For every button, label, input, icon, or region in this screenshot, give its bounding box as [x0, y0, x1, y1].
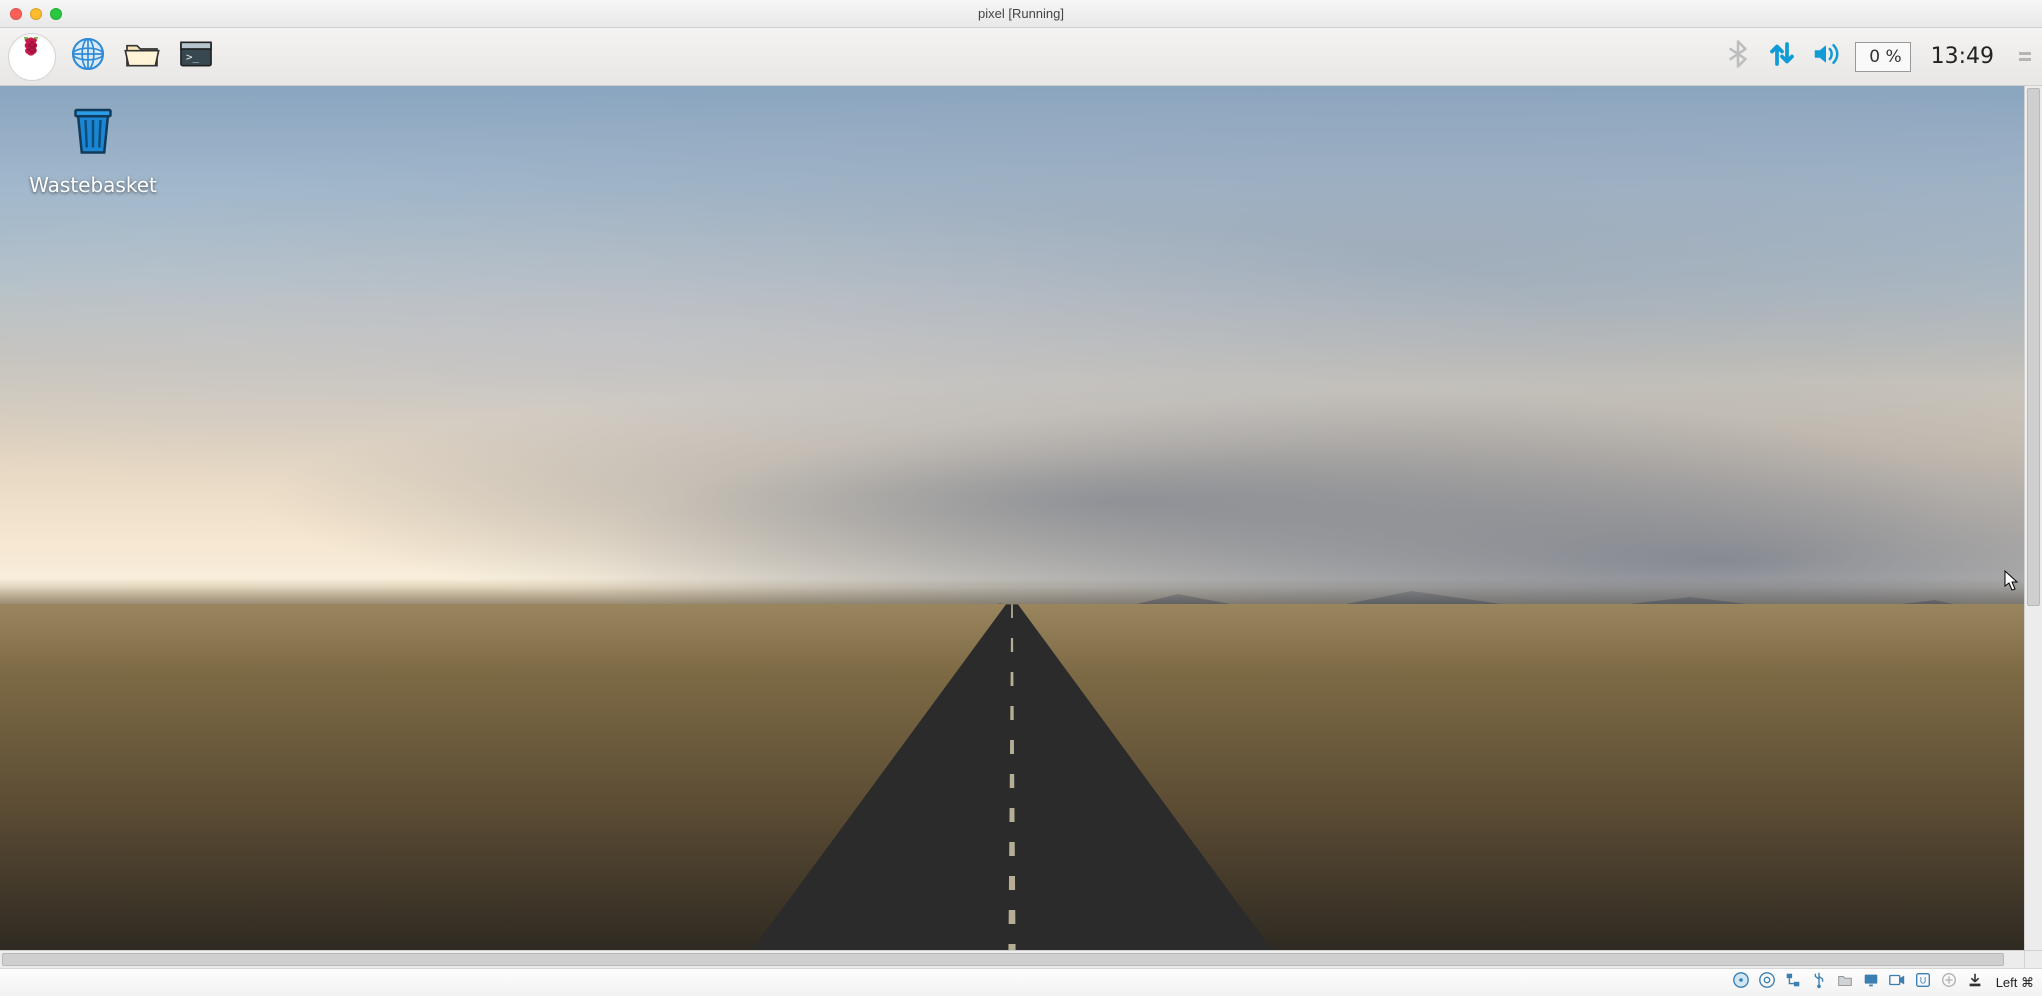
display-icon[interactable]: [1862, 971, 1880, 994]
minimize-button[interactable]: [30, 8, 42, 20]
speaker-icon: [1811, 39, 1841, 74]
scrollbar-corner: [2024, 950, 2042, 968]
terminal-launcher[interactable]: >_: [174, 35, 218, 79]
cpu-usage-badge[interactable]: 0 %: [1855, 42, 1911, 72]
wastebasket-label: Wastebasket: [18, 173, 168, 197]
application-menu-button[interactable]: [8, 33, 56, 81]
globe-icon: [68, 34, 108, 79]
virtualbox-statusbar: U Left ⌘: [0, 968, 2042, 996]
launcher-group: >_: [8, 33, 218, 81]
volume-indicator[interactable]: [1811, 39, 1841, 74]
bluetooth-indicator[interactable]: [1723, 39, 1753, 74]
recording-icon[interactable]: [1888, 971, 1906, 994]
zoom-button[interactable]: [50, 8, 62, 20]
desktop-area[interactable]: Wastebasket: [0, 86, 2024, 950]
close-button[interactable]: [10, 8, 22, 20]
panel-handle-icon[interactable]: [2018, 50, 2032, 64]
svg-text:>_: >_: [186, 51, 200, 64]
window-controls: [10, 8, 62, 20]
usb-icon[interactable]: [1810, 971, 1828, 994]
network-updown-icon: [1767, 39, 1797, 74]
mac-titlebar: pixel [Running]: [0, 0, 2042, 28]
horizontal-scrollbar-thumb[interactable]: [2, 953, 2004, 966]
file-manager-launcher[interactable]: [120, 35, 164, 79]
clock[interactable]: 13:49: [1925, 44, 2000, 69]
trash-icon: [63, 147, 123, 164]
vm-display: >_: [0, 28, 2042, 968]
web-browser-launcher[interactable]: [66, 35, 110, 79]
taskbar: >_: [0, 28, 2042, 86]
network-indicator[interactable]: [1767, 39, 1797, 74]
vertical-scrollbar-thumb[interactable]: [2027, 88, 2040, 606]
folder-icon: [122, 34, 162, 79]
network-vbox-icon[interactable]: [1784, 971, 1802, 994]
vbox-features-icon[interactable]: U: [1914, 971, 1932, 994]
wastebasket-icon[interactable]: Wastebasket: [18, 100, 168, 197]
system-tray: 0 % 13:49: [1723, 39, 2032, 74]
bluetooth-icon: [1723, 39, 1753, 74]
harddisk-icon[interactable]: [1732, 971, 1750, 994]
svg-text:U: U: [1919, 976, 1926, 986]
shared-folder-icon[interactable]: [1836, 971, 1854, 994]
mouse-integration-icon[interactable]: [1940, 971, 1958, 994]
terminal-icon: >_: [176, 34, 216, 79]
keyboard-captured-icon[interactable]: [1966, 971, 1984, 994]
raspberry-icon: [15, 37, 49, 76]
host-key-indicator[interactable]: Left ⌘: [1992, 975, 2034, 991]
optical-icon[interactable]: [1758, 971, 1776, 994]
vbox-indicator-group: U: [1732, 971, 1984, 994]
window-title: pixel [Running]: [0, 6, 2042, 21]
vertical-scrollbar[interactable]: [2024, 86, 2042, 950]
host-key-label: Left ⌘: [1996, 975, 2034, 991]
horizontal-scrollbar[interactable]: [0, 950, 2024, 968]
